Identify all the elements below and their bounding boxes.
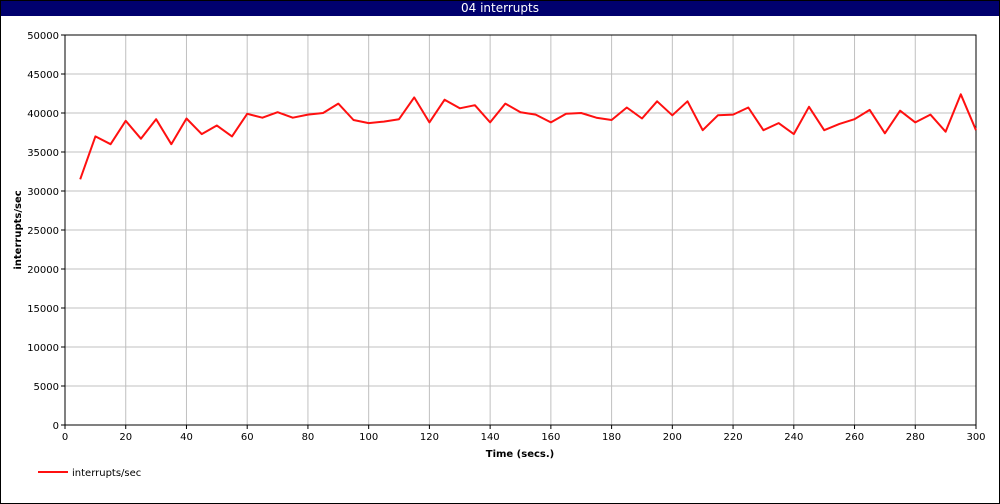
y-tick-label: 30000	[27, 187, 59, 198]
x-tick-label: 280	[906, 432, 925, 443]
series-line-interrupts	[79, 93, 977, 180]
y-tick-label: 45000	[27, 70, 59, 81]
x-tick-label: 140	[481, 432, 500, 443]
y-tick-label: 0	[53, 421, 59, 432]
x-tick-label: 200	[663, 432, 682, 443]
x-tick-label: 260	[845, 432, 864, 443]
x-tick-label: 240	[784, 432, 803, 443]
x-tick-label: 300	[966, 432, 985, 443]
legend: interrupts/sec	[38, 468, 141, 479]
y-axis-label: interrupts/sec	[13, 190, 24, 269]
y-tick-label: 40000	[27, 109, 59, 120]
grid-lines	[64, 34, 977, 426]
y-tick-label: 25000	[27, 226, 59, 237]
y-tick-label: 15000	[27, 304, 59, 315]
x-tick-label: 120	[420, 432, 439, 443]
x-tick-label: 40	[180, 432, 193, 443]
series-group	[79, 93, 977, 180]
x-tick-label: 60	[241, 432, 254, 443]
line-chart: 0 5000 10000 15000 20000 25000 30000 35000 40000…	[13, 31, 986, 479]
y-tick-label: 20000	[27, 265, 59, 276]
x-tick-label: 20	[119, 432, 132, 443]
x-tick-label: 220	[724, 432, 743, 443]
x-tick-label: 80	[302, 432, 315, 443]
y-tick-label: 35000	[27, 148, 59, 159]
x-tick-label: 0	[62, 432, 68, 443]
legend-label: interrupts/sec	[72, 468, 141, 479]
x-tick-label: 100	[359, 432, 378, 443]
y-tick-label: 50000	[27, 31, 59, 42]
y-axis-ticks: 0 5000 10000 15000 20000 25000 30000 35000 40000…	[27, 31, 65, 432]
x-tick-label: 160	[541, 432, 560, 443]
x-axis-label: Time (secs.)	[486, 449, 555, 460]
y-tick-label: 5000	[34, 382, 59, 393]
y-tick-label: 10000	[27, 343, 59, 354]
x-tick-label: 180	[602, 432, 621, 443]
x-axis-ticks: 0 20 40 60 80 100 120 140 160 180 200 220 240 260 280 3…	[62, 425, 986, 443]
